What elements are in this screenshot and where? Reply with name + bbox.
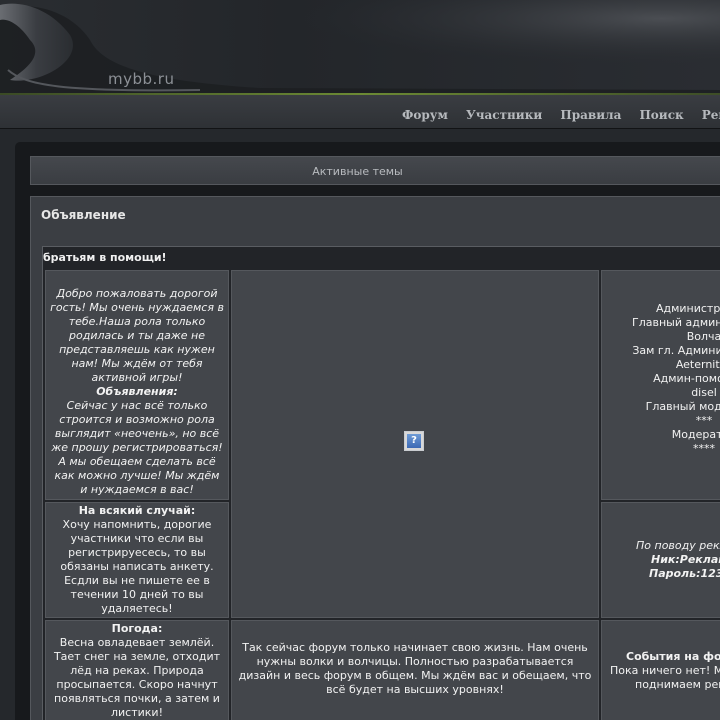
events-text: Пока ничего нет! Мы: [610, 664, 720, 677]
nav-register-link[interactable]: Регистрация: [702, 108, 720, 122]
admin-line[interactable]: disel: [604, 386, 720, 400]
ads-nick: Ник:Реклама: [651, 553, 720, 566]
admin-line: Зам гл. Администратора: [632, 344, 720, 357]
admin-line: Главный администратор: [632, 316, 720, 329]
announcements-heading: Объявления:: [96, 385, 178, 398]
weather-text: Весна овладевает землёй. Тает снег на зе…: [53, 636, 221, 719]
nav-rules-link[interactable]: Правила: [560, 108, 621, 122]
active-topics-link[interactable]: Активные темы: [30, 156, 720, 185]
welcome-text: Добро пожаловать дорогой гость! Мы очень…: [50, 287, 224, 384]
administration-cell: Администрация: Главный администратор Вол…: [601, 270, 720, 500]
events-heading: События на форуме:: [626, 650, 720, 663]
ads-cell: По поводу рекламы: Ник:Реклама Пароль:12…: [601, 502, 720, 618]
announcement-title: Объявление: [41, 208, 126, 222]
broken-image-icon: ?: [404, 431, 424, 451]
weather-heading: Погода:: [111, 622, 163, 635]
announcements-text: Сейчас у нас всё только строится и возмо…: [51, 399, 223, 496]
admin-line: ***: [695, 414, 713, 427]
welcome-cell: Добро пожаловать дорогой гость! Мы очень…: [45, 270, 229, 500]
just-in-case-heading: На всякий случай:: [78, 504, 196, 517]
news-cell: Так сейчас форум только начинает свою жи…: [231, 620, 599, 720]
admin-line: Админ-помошник: [653, 372, 720, 385]
nav-members-link[interactable]: Участники: [466, 108, 542, 122]
admin-line[interactable]: Волча: [604, 330, 720, 344]
news-text: Так сейчас форум только начинает свою жи…: [238, 641, 592, 696]
weather-cell: Погода: Весна овладевает землёй. Тает сн…: [45, 620, 229, 720]
just-in-case-cell: На всякий случай: Хочу напомнить, дороги…: [45, 502, 229, 618]
forum-header: mybb.ru: [0, 0, 720, 93]
forum-page: mybb.ru Форум Участники Правила Поиск Ре…: [0, 0, 720, 720]
just-in-case-text: Хочу напомнить, дорогие участники что ес…: [60, 518, 214, 615]
events-cell: События на форуме: Пока ничего нет! Мы п…: [601, 620, 720, 720]
events-text-line2: поднимаем рейтинг!: [635, 678, 720, 691]
admin-line: Администрация:: [655, 302, 720, 315]
main-navigation: Форум Участники Правила Поиск Регистраци…: [0, 95, 720, 129]
site-logo[interactable]: mybb.ru: [108, 70, 174, 88]
admin-line: ****: [693, 442, 715, 455]
admin-line: Главный модератор: [645, 400, 720, 413]
ads-heading: По поводу рекламы:: [636, 539, 720, 552]
announcement-table-title: братьям в помощи!: [43, 251, 167, 264]
admin-line: Модератор: [671, 428, 720, 441]
nav-forum-link[interactable]: Форум: [402, 108, 448, 122]
ads-password: Пароль:1234: [649, 567, 720, 580]
nav-search-link[interactable]: Поиск: [639, 108, 683, 122]
admin-line[interactable]: Aeternitas: [604, 358, 720, 372]
